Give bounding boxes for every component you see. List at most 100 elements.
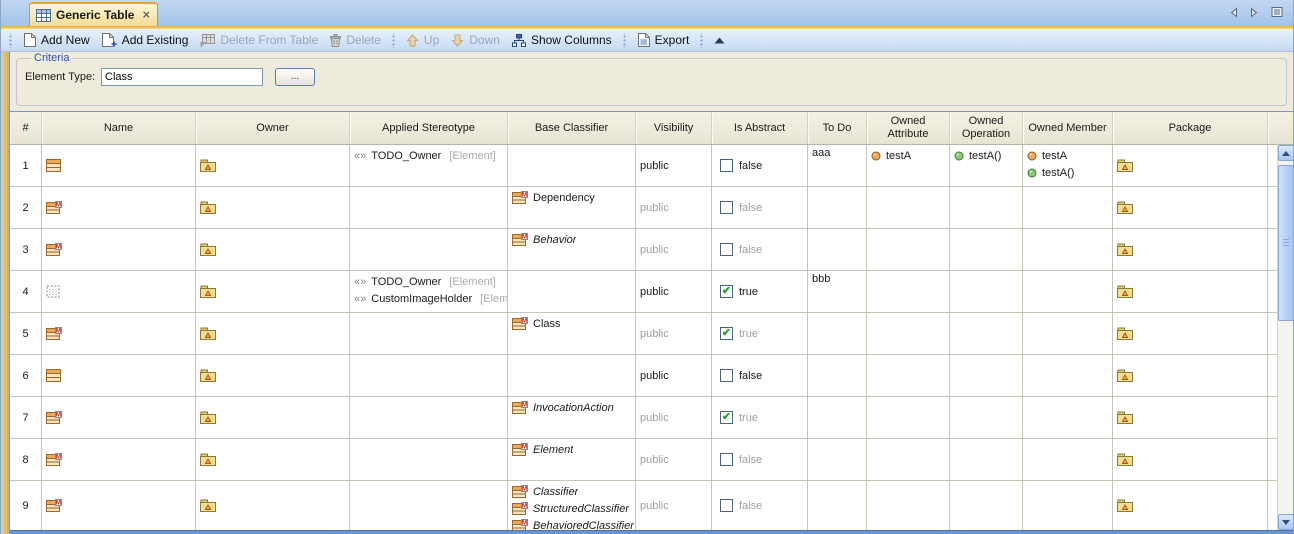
name-cell[interactable]: a [42, 145, 196, 186]
package-cell[interactable]: UML2 Metamodel [1113, 397, 1268, 438]
export-button[interactable]: Export [631, 31, 696, 49]
column-header-owned-member[interactable]: Owned Member [1023, 112, 1113, 144]
to-do-cell[interactable] [808, 439, 867, 480]
owner-cell[interactable]: Data [196, 271, 350, 312]
column-header-applied-stereotype[interactable]: Applied Stereotype [350, 112, 508, 144]
row-number-cell[interactable]: 3 [10, 229, 42, 270]
owned-member-cell[interactable] [1023, 397, 1113, 438]
row-number-cell[interactable]: 2 [10, 187, 42, 228]
is-abstract-cell[interactable]: true [712, 271, 808, 312]
package-cell[interactable]: UML2 Metamodel [1113, 229, 1268, 270]
base-classifier-cell[interactable]: MElement [508, 439, 636, 480]
owned-attribute-cell[interactable] [867, 481, 950, 530]
table-row[interactable]: 9MCollaborationUML2 MetamodelMClassifier… [10, 481, 1277, 530]
left-splitter[interactable] [1, 52, 10, 534]
applied-stereotype-cell[interactable]: «»TODO_Owner[Element]«»CustomImageHolder… [350, 271, 508, 312]
owned-operation-cell[interactable] [950, 481, 1023, 530]
is-abstract-cell[interactable]: false [712, 229, 808, 270]
table-row[interactable]: 8MClauseUML2 MetamodelMElementpublicfals… [10, 439, 1277, 481]
owner-cell[interactable]: Data [196, 145, 350, 186]
delete-from-table-button[interactable]: Delete From Table [194, 31, 324, 49]
up-button[interactable]: Up [400, 31, 445, 49]
applied-stereotype-cell[interactable] [350, 187, 508, 228]
owner-cell[interactable]: UML2 Metamodel [196, 187, 350, 228]
to-do-cell[interactable]: aaa [808, 145, 867, 186]
base-classifier-cell[interactable]: MClassifierMStructuredClassifierMBehavio… [508, 481, 636, 530]
to-do-cell[interactable] [808, 313, 867, 354]
is-abstract-checkbox[interactable] [720, 243, 733, 256]
applied-stereotype-cell[interactable] [350, 229, 508, 270]
to-do-cell[interactable] [808, 481, 867, 530]
element-type-input[interactable] [101, 68, 263, 86]
base-classifier-cell[interactable]: MClass [508, 313, 636, 354]
column-header-is-abstract[interactable]: Is Abstract [712, 112, 808, 144]
owner-cell[interactable]: UML2 Metamodel [196, 439, 350, 480]
owner-cell[interactable]: Data [196, 355, 350, 396]
prev-tab-icon[interactable] [1229, 7, 1238, 18]
scrollbar-thumb[interactable] [1278, 165, 1294, 321]
owned-operation-cell[interactable] [950, 187, 1023, 228]
row-number-cell[interactable]: 8 [10, 439, 42, 480]
is-abstract-cell[interactable]: false [712, 355, 808, 396]
column-header-base-classifier[interactable]: Base Classifier [508, 112, 636, 144]
column-header-package[interactable]: Package [1113, 112, 1268, 144]
base-classifier-cell[interactable]: MInvocationAction [508, 397, 636, 438]
table-row[interactable]: 2MAbstractionUML2 MetamodelMDependencypu… [10, 187, 1277, 229]
base-classifier-cell[interactable] [508, 145, 636, 186]
name-cell[interactable]: MActivity [42, 229, 196, 270]
table-row[interactable]: 4bData«»TODO_Owner[Element]«»CustomImage… [10, 271, 1277, 313]
tab-close-icon[interactable]: × [142, 10, 150, 20]
is-abstract-cell[interactable]: false [712, 481, 808, 530]
toolbar-grip[interactable] [8, 33, 13, 48]
table-row[interactable]: 6cDatapublicfalseData [10, 355, 1277, 397]
base-classifier-cell[interactable]: MDependency [508, 187, 636, 228]
is-abstract-cell[interactable]: true [712, 397, 808, 438]
row-number-cell[interactable]: 9 [10, 481, 42, 530]
visibility-cell[interactable]: public [636, 355, 712, 396]
row-number-cell[interactable]: 7 [10, 397, 42, 438]
table-row[interactable]: 1aData«»TODO_Owner[Element]publicfalseaa… [10, 145, 1277, 187]
owned-attribute-cell[interactable] [867, 187, 950, 228]
owner-cell[interactable]: UML2 Metamodel [196, 481, 350, 530]
table-row[interactable]: 7MCallActionUML2 MetamodelMInvocationAct… [10, 397, 1277, 439]
owned-attribute-cell[interactable] [867, 313, 950, 354]
owned-member-cell[interactable] [1023, 271, 1113, 312]
visibility-cell[interactable]: public [636, 397, 712, 438]
owned-attribute-cell[interactable] [867, 355, 950, 396]
package-cell[interactable]: Data [1113, 355, 1268, 396]
owned-member-cell[interactable] [1023, 313, 1113, 354]
add-new-button[interactable]: Add New [17, 31, 96, 49]
toolbar-grip[interactable] [622, 33, 627, 48]
visibility-cell[interactable]: public [636, 313, 712, 354]
is-abstract-checkbox[interactable] [720, 369, 733, 382]
name-cell[interactable]: MBehavior [42, 313, 196, 354]
applied-stereotype-cell[interactable] [350, 439, 508, 480]
owner-cell[interactable]: UML2 Metamodel [196, 229, 350, 270]
owned-operation-cell[interactable]: testA() [950, 145, 1023, 186]
row-number-cell[interactable]: 6 [10, 355, 42, 396]
base-classifier-cell[interactable] [508, 271, 636, 312]
row-number-cell[interactable]: 1 [10, 145, 42, 186]
owned-operation-cell[interactable] [950, 397, 1023, 438]
is-abstract-cell[interactable]: true [712, 313, 808, 354]
owned-attribute-cell[interactable] [867, 397, 950, 438]
column-header-owned-attribute[interactable]: Owned Attribute [867, 112, 950, 144]
to-do-cell[interactable] [808, 229, 867, 270]
delete-button[interactable]: Delete [324, 31, 387, 49]
is-abstract-checkbox[interactable] [720, 159, 733, 172]
column-header-filler[interactable] [1268, 112, 1293, 144]
down-button[interactable]: Down [445, 31, 506, 49]
owned-attribute-cell[interactable]: testA [867, 145, 950, 186]
name-cell[interactable]: MClause [42, 439, 196, 480]
owned-operation-cell[interactable] [950, 313, 1023, 354]
package-cell[interactable]: UML2 Metamodel [1113, 481, 1268, 530]
owned-member-cell[interactable] [1023, 187, 1113, 228]
visibility-cell[interactable]: public [636, 439, 712, 480]
is-abstract-cell[interactable]: false [712, 145, 808, 186]
owned-member-cell[interactable] [1023, 481, 1113, 530]
package-cell[interactable]: Data [1113, 271, 1268, 312]
to-do-cell[interactable] [808, 397, 867, 438]
to-do-cell[interactable] [808, 187, 867, 228]
name-cell[interactable]: MCollaboration [42, 481, 196, 530]
next-tab-icon[interactable] [1250, 7, 1259, 18]
